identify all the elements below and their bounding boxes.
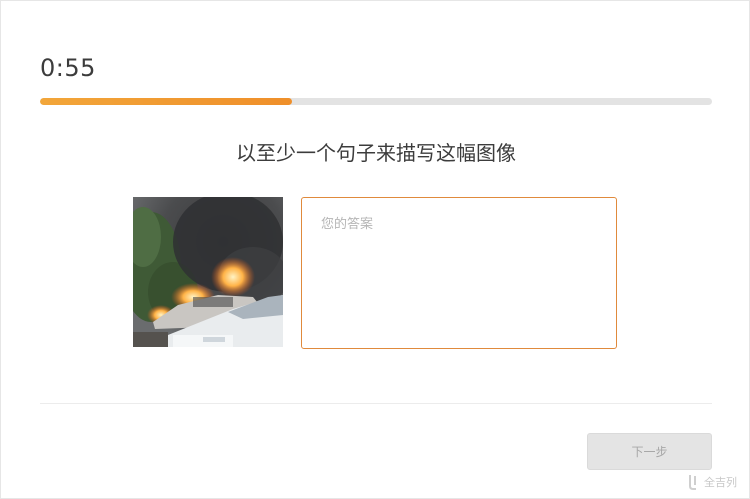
watermark-logo-icon	[689, 475, 696, 490]
exercise-card: 0:55 以至少一个句子来描写这幅图像 您的答案 下一步 全吉列	[0, 0, 750, 499]
footer-divider	[40, 403, 712, 404]
next-button[interactable]: 下一步	[587, 433, 712, 470]
watermark-text: 全吉列	[704, 476, 737, 489]
progress-bar	[40, 98, 712, 105]
answer-input[interactable]	[301, 197, 617, 349]
countdown-timer: 0:55	[40, 54, 96, 82]
burning-car-photo	[133, 197, 283, 347]
progress-fill	[40, 98, 292, 105]
car-fire-image	[133, 197, 283, 347]
exercise-prompt: 以至少一个句子来描写这幅图像	[236, 141, 516, 165]
watermark: 全吉列	[687, 471, 747, 493]
